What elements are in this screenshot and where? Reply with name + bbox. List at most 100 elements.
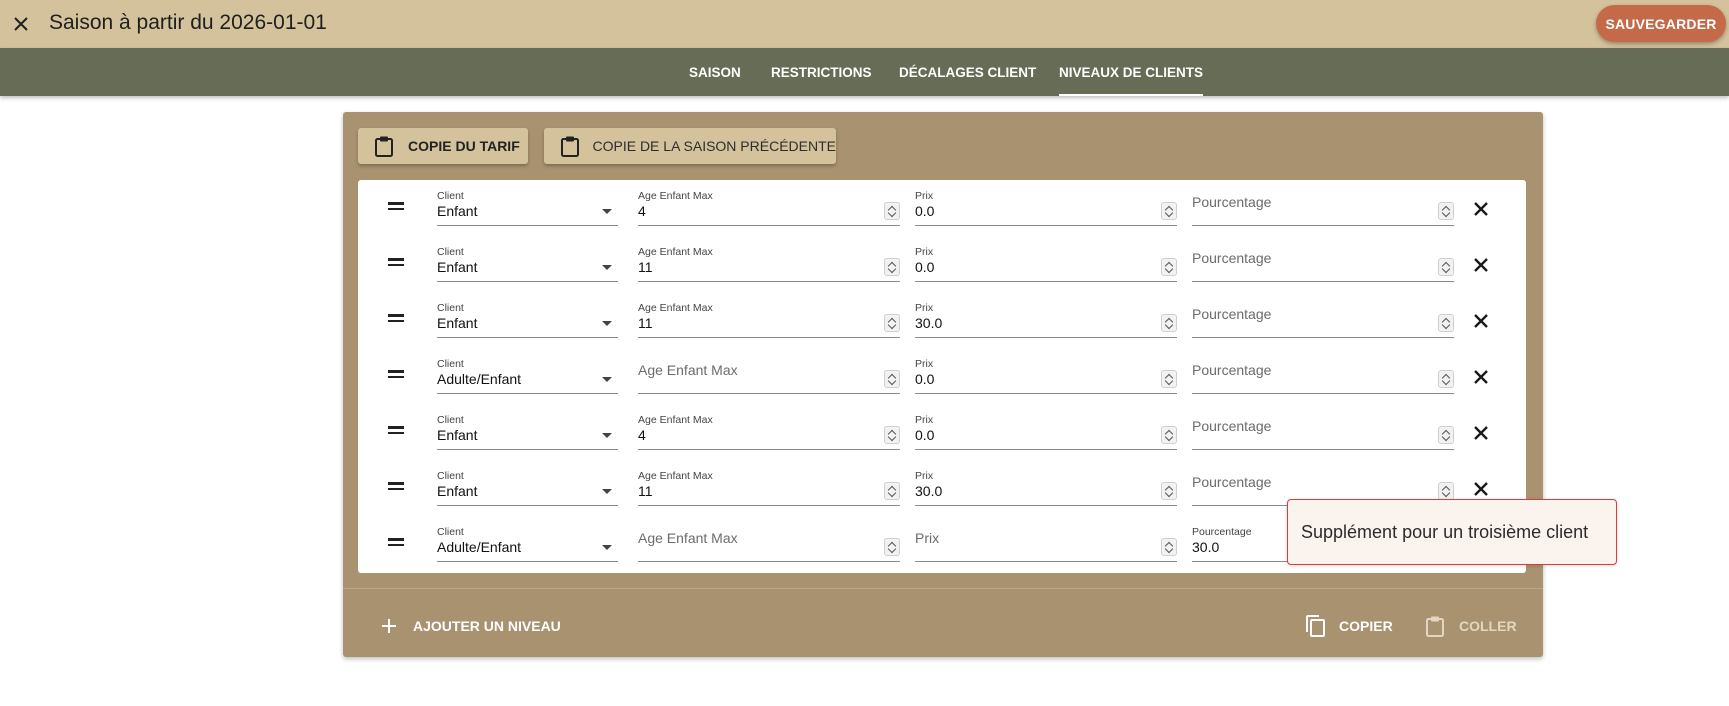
price-input-placeholder: Prix bbox=[915, 530, 940, 546]
price-input-label: Prix bbox=[915, 246, 934, 258]
list-item: Client Enfant Age Enfant Max 11 Prix 30.0 Pour… bbox=[358, 294, 1526, 350]
client-select[interactable]: Client Enfant bbox=[437, 190, 618, 226]
percentage-input[interactable]: Pourcentage bbox=[1192, 190, 1454, 226]
paste-icon bbox=[1423, 614, 1447, 638]
client-select[interactable]: Client Enfant bbox=[437, 414, 618, 450]
close-button[interactable] bbox=[6, 9, 36, 39]
stepper-arrows-icon[interactable] bbox=[1161, 538, 1177, 556]
price-input[interactable]: Prix 30.0 bbox=[915, 470, 1177, 506]
stepper-arrows-icon[interactable] bbox=[884, 482, 900, 500]
chevron-down-icon bbox=[602, 321, 612, 326]
add-level-button[interactable]: AJOUTER UN NIVEAU bbox=[377, 608, 561, 644]
drag-handle-icon[interactable] bbox=[388, 538, 404, 548]
save-button[interactable]: SAUVEGARDER bbox=[1596, 5, 1726, 42]
age-max-input[interactable]: Age Enfant Max 11 bbox=[638, 470, 900, 506]
client-select-label: Client bbox=[437, 526, 464, 538]
paste-button[interactable]: COLLER bbox=[1423, 608, 1517, 644]
drag-handle-icon[interactable] bbox=[388, 370, 404, 380]
percentage-input-placeholder: Pourcentage bbox=[1192, 250, 1272, 266]
drag-handle-icon[interactable] bbox=[388, 202, 404, 212]
price-input[interactable]: Prix bbox=[915, 526, 1177, 562]
list-item: Client Enfant Age Enfant Max 11 Prix 0.0 Pourc… bbox=[358, 238, 1526, 294]
copy-previous-season-button[interactable]: COPIE DE LA SAISON PRÉCÉDENTE bbox=[544, 128, 836, 164]
age-max-input-value: 4 bbox=[638, 427, 646, 443]
percentage-input[interactable]: Pourcentage bbox=[1192, 246, 1454, 282]
copy-tariff-button[interactable]: COPIE DU TARIF bbox=[358, 128, 528, 164]
stepper-arrows-icon[interactable] bbox=[884, 426, 900, 444]
drag-handle-icon[interactable] bbox=[388, 258, 404, 268]
percentage-input[interactable]: Pourcentage bbox=[1192, 302, 1454, 338]
price-input[interactable]: Prix 0.0 bbox=[915, 358, 1177, 394]
age-max-input[interactable]: Age Enfant Max 11 bbox=[638, 246, 900, 282]
stepper-arrows-icon[interactable] bbox=[1438, 426, 1454, 444]
clipboard-icon bbox=[560, 134, 580, 158]
percentage-input[interactable]: Pourcentage bbox=[1192, 414, 1454, 450]
stepper-arrows-icon[interactable] bbox=[1161, 370, 1177, 388]
copy-button[interactable]: COPIER bbox=[1303, 608, 1393, 644]
stepper-arrows-icon[interactable] bbox=[1438, 202, 1454, 220]
client-select-label: Client bbox=[437, 414, 464, 426]
delete-row-button[interactable] bbox=[1471, 367, 1491, 387]
age-max-input[interactable]: Age Enfant Max bbox=[638, 358, 900, 394]
stepper-arrows-icon[interactable] bbox=[1161, 426, 1177, 444]
stepper-arrows-icon[interactable] bbox=[884, 538, 900, 556]
tab-saison[interactable]: SAISON bbox=[689, 48, 741, 96]
client-select-value: Adulte/Enfant bbox=[437, 371, 522, 387]
stepper-arrows-icon[interactable] bbox=[1161, 482, 1177, 500]
price-input-label: Prix bbox=[915, 414, 934, 426]
percentage-input[interactable]: Pourcentage bbox=[1192, 358, 1454, 394]
delete-row-button[interactable] bbox=[1471, 479, 1491, 499]
price-input[interactable]: Prix 30.0 bbox=[915, 302, 1177, 338]
tab-niveaux-de-clients[interactable]: NIVEAUX DE CLIENTS bbox=[1059, 48, 1204, 96]
percentage-input-placeholder: Pourcentage bbox=[1192, 362, 1272, 378]
delete-row-button[interactable] bbox=[1471, 199, 1491, 219]
age-max-input[interactable]: Age Enfant Max bbox=[638, 526, 900, 562]
age-max-input-label: Age Enfant Max bbox=[638, 302, 713, 314]
percentage-input-label: Pourcentage bbox=[1192, 526, 1252, 538]
stepper-arrows-icon[interactable] bbox=[1161, 258, 1177, 276]
age-max-input-placeholder: Age Enfant Max bbox=[638, 530, 738, 546]
price-input[interactable]: Prix 0.0 bbox=[915, 414, 1177, 450]
stepper-arrows-icon[interactable] bbox=[1438, 258, 1454, 276]
drag-handle-icon[interactable] bbox=[388, 482, 404, 492]
stepper-arrows-icon[interactable] bbox=[884, 370, 900, 388]
stepper-arrows-icon[interactable] bbox=[1438, 314, 1454, 332]
delete-row-button[interactable] bbox=[1471, 311, 1491, 331]
client-select[interactable]: Client Enfant bbox=[437, 302, 618, 338]
percentage-input-value: 30.0 bbox=[1192, 539, 1220, 555]
age-max-input[interactable]: Age Enfant Max 11 bbox=[638, 302, 900, 338]
stepper-arrows-icon[interactable] bbox=[1161, 202, 1177, 220]
stepper-arrows-icon[interactable] bbox=[1438, 482, 1454, 500]
close-icon bbox=[1474, 482, 1488, 496]
stepper-arrows-icon[interactable] bbox=[884, 314, 900, 332]
copy-previous-season-label: COPIE DE LA SAISON PRÉCÉDENTE bbox=[592, 138, 836, 154]
stepper-arrows-icon[interactable] bbox=[1161, 314, 1177, 332]
delete-row-button[interactable] bbox=[1471, 423, 1491, 443]
client-select[interactable]: Client Enfant bbox=[437, 246, 618, 282]
close-icon bbox=[1474, 426, 1488, 440]
client-select[interactable]: Client Adulte/Enfant bbox=[437, 526, 618, 562]
price-input[interactable]: Prix 0.0 bbox=[915, 246, 1177, 282]
stepper-arrows-icon[interactable] bbox=[884, 202, 900, 220]
price-input[interactable]: Prix 0.0 bbox=[915, 190, 1177, 226]
client-select[interactable]: Client Enfant bbox=[437, 470, 618, 506]
copy-label: COPIER bbox=[1339, 618, 1393, 634]
client-select-label: Client bbox=[437, 246, 464, 258]
percentage-input-placeholder: Pourcentage bbox=[1192, 418, 1272, 434]
client-select[interactable]: Client Adulte/Enfant bbox=[437, 358, 618, 394]
age-max-input[interactable]: Age Enfant Max 4 bbox=[638, 190, 900, 226]
client-select-label: Client bbox=[437, 302, 464, 314]
drag-handle-icon[interactable] bbox=[388, 314, 404, 324]
delete-row-button[interactable] bbox=[1471, 255, 1491, 275]
page-title: Saison à partir du 2026-01-01 bbox=[49, 11, 327, 34]
clipboard-icon bbox=[374, 134, 396, 158]
stepper-arrows-icon[interactable] bbox=[1438, 370, 1454, 388]
age-max-input[interactable]: Age Enfant Max 4 bbox=[638, 414, 900, 450]
tab-decalages-client[interactable]: DÉCALAGES CLIENT bbox=[899, 48, 1036, 96]
stepper-arrows-icon[interactable] bbox=[884, 258, 900, 276]
tab-restrictions[interactable]: RESTRICTIONS bbox=[771, 48, 872, 96]
drag-handle-icon[interactable] bbox=[388, 426, 404, 436]
close-icon bbox=[1474, 314, 1488, 328]
price-input-value: 30.0 bbox=[915, 483, 943, 499]
close-icon bbox=[14, 17, 28, 31]
